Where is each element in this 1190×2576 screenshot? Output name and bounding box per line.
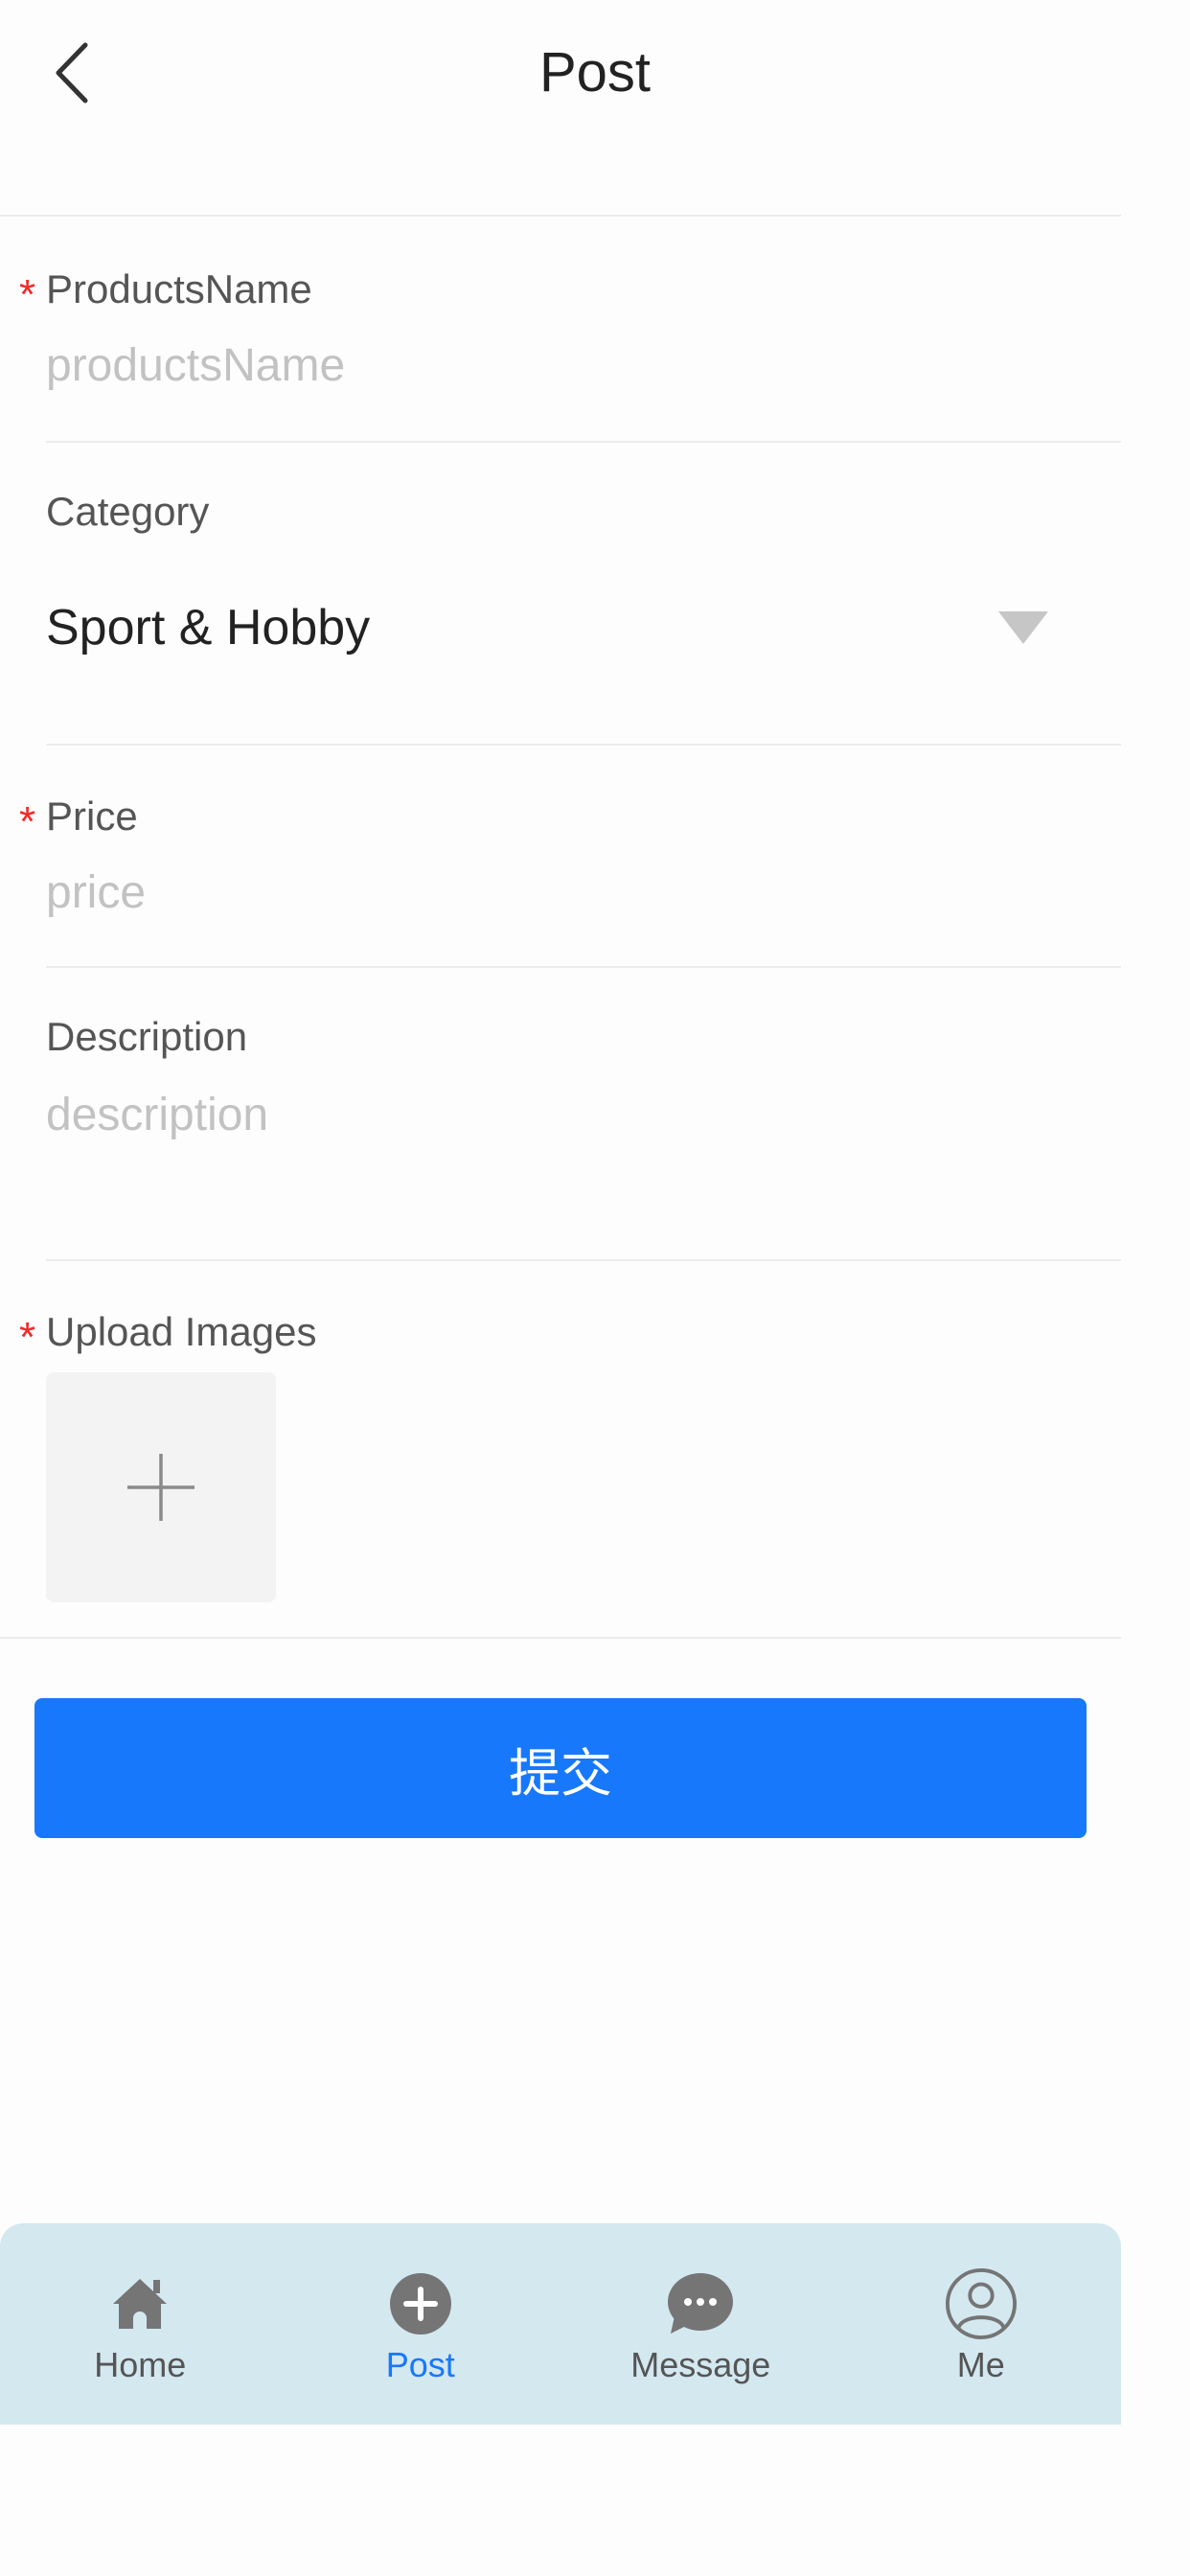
section-divider <box>0 1637 1121 1639</box>
field-divider <box>46 1259 1121 1261</box>
field-divider <box>46 744 1121 746</box>
field-divider <box>46 441 1121 443</box>
bottom-tab-bar: Home Post Message Me <box>0 2223 1121 2425</box>
category-label: Category <box>46 489 210 534</box>
tab-me[interactable]: Me <box>841 2223 1122 2425</box>
tab-label: Me <box>956 2345 1005 2384</box>
tab-label: Home <box>94 2345 187 2384</box>
price-label: Price <box>46 794 138 839</box>
products-name-label: ProductsName <box>46 266 312 311</box>
description-textarea[interactable] <box>46 1087 1081 1221</box>
tab-post[interactable]: Post <box>281 2223 561 2425</box>
caret-down-icon <box>998 611 1048 644</box>
header-divider <box>0 215 1121 217</box>
required-mark: * <box>19 271 36 318</box>
chat-bubble-icon <box>664 2267 737 2340</box>
field-divider <box>46 966 1121 968</box>
upload-images-label: Upload Images <box>46 1309 317 1354</box>
tab-label: Message <box>630 2345 771 2384</box>
tab-message[interactable]: Message <box>561 2223 841 2425</box>
add-circle-icon <box>384 2267 457 2340</box>
tab-home[interactable]: Home <box>0 2223 281 2425</box>
products-name-input[interactable] <box>46 337 1081 395</box>
plus-icon <box>127 1454 195 1521</box>
submit-button[interactable]: 提交 <box>34 1698 1087 1838</box>
required-mark: * <box>19 798 36 845</box>
description-label: Description <box>46 1014 248 1059</box>
required-mark: * <box>19 1314 36 1361</box>
category-select[interactable]: Sport & Hobby <box>46 585 1062 671</box>
price-input[interactable] <box>46 864 1081 922</box>
tab-label: Post <box>385 2345 455 2384</box>
upload-image-button[interactable] <box>46 1372 276 1602</box>
home-icon <box>103 2267 176 2340</box>
category-selected-value: Sport & Hobby <box>46 600 371 656</box>
page-title: Post <box>538 41 652 104</box>
post-page: Post * ProductsName Category Sport & Hob… <box>0 0 1190 2576</box>
user-circle-icon <box>945 2267 1018 2340</box>
